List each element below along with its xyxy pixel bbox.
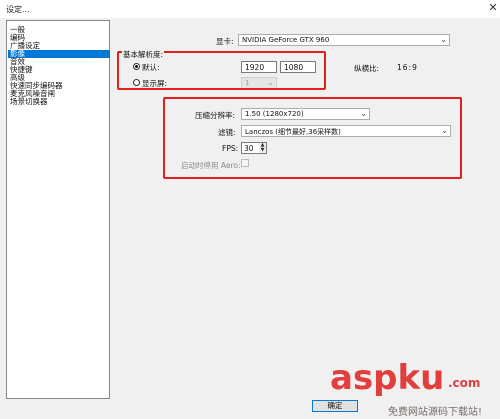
chevron-down-icon: ⌄: [440, 35, 447, 44]
downscale-label: 压缩分辨率:: [195, 111, 236, 120]
chevron-down-icon: ⌄: [441, 126, 448, 135]
downscale-value: 1.50 (1280x720): [245, 110, 304, 118]
sidebar-item-scene-switcher[interactable]: 场景切换器: [8, 98, 110, 106]
watermark-domain: .com: [448, 376, 481, 390]
filter-dropdown[interactable]: Lanczos (细节最好,36采样数) ⌄: [241, 125, 451, 137]
aspect-ratio-label: 纵横比:: [354, 64, 380, 73]
filter-value: Lanczos (细节最好,36采样数): [245, 128, 341, 136]
watermark-logo: aspku: [330, 358, 445, 398]
fps-spinner[interactable]: 30 ▲ ▼: [241, 142, 267, 154]
base-resolution-label: 基本解析度:: [122, 49, 165, 60]
window-title: 设定...: [6, 5, 30, 14]
disable-aero-label: 启动时停用 Aero:: [181, 161, 241, 170]
settings-nav-list[interactable]: 一般 编码 广播设定 影像 音效 快捷键 高级 快速同步编码器 麦克风噪音闸 场…: [6, 20, 110, 399]
ok-button[interactable]: 确定: [312, 400, 358, 412]
gpu-dropdown[interactable]: NVIDIA GeForce GTX 960 ⌄: [238, 34, 450, 46]
title-bar: [0, 0, 500, 18]
watermark-tagline: 免费网站源码下载站!: [388, 407, 483, 418]
disable-aero-checkbox[interactable]: [241, 159, 249, 167]
downscale-dropdown[interactable]: 1.50 (1280x720) ⌄: [241, 108, 370, 120]
fps-label: FPS:: [222, 144, 239, 153]
close-icon[interactable]: ✕: [487, 1, 499, 15]
gpu-label: 显卡:: [216, 37, 234, 46]
chevron-down-icon: ⌄: [360, 109, 367, 118]
filter-label: 滤镜:: [218, 128, 236, 137]
aspect-ratio-value: 16:9: [397, 63, 418, 72]
spin-down-icon[interactable]: ▼: [259, 148, 266, 153]
fps-value: 30: [244, 144, 254, 153]
gpu-value: NVIDIA GeForce GTX 960: [242, 36, 330, 44]
